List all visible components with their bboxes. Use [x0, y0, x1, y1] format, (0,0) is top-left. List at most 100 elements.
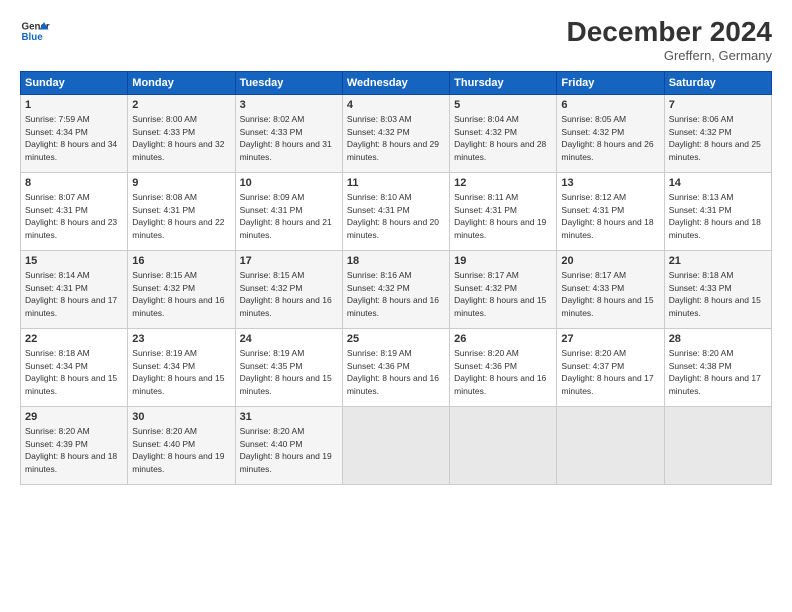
col-wednesday: Wednesday	[342, 72, 449, 95]
day-cell: 27 Sunrise: 8:20 AMSunset: 4:37 PMDaylig…	[557, 329, 664, 407]
logo-icon: General Blue	[20, 16, 50, 46]
calendar-table: Sunday Monday Tuesday Wednesday Thursday…	[20, 71, 772, 485]
day-number: 11	[347, 176, 445, 191]
day-info: Sunrise: 8:18 AMSunset: 4:33 PMDaylight:…	[669, 270, 761, 318]
day-number: 25	[347, 332, 445, 347]
day-cell: 5 Sunrise: 8:04 AMSunset: 4:32 PMDayligh…	[450, 95, 557, 173]
day-cell: 11 Sunrise: 8:10 AMSunset: 4:31 PMDaylig…	[342, 173, 449, 251]
day-info: Sunrise: 8:07 AMSunset: 4:31 PMDaylight:…	[25, 192, 117, 240]
day-cell: 12 Sunrise: 8:11 AMSunset: 4:31 PMDaylig…	[450, 173, 557, 251]
day-number: 18	[347, 254, 445, 269]
day-number: 20	[561, 254, 659, 269]
day-number: 8	[25, 176, 123, 191]
day-cell: 18 Sunrise: 8:16 AMSunset: 4:32 PMDaylig…	[342, 251, 449, 329]
day-cell: 14 Sunrise: 8:13 AMSunset: 4:31 PMDaylig…	[664, 173, 771, 251]
day-cell: 15 Sunrise: 8:14 AMSunset: 4:31 PMDaylig…	[21, 251, 128, 329]
empty-cell	[342, 407, 449, 485]
col-tuesday: Tuesday	[235, 72, 342, 95]
header: General Blue December 2024 Greffern, Ger…	[20, 16, 772, 63]
header-row: Sunday Monday Tuesday Wednesday Thursday…	[21, 72, 772, 95]
day-cell: 20 Sunrise: 8:17 AMSunset: 4:33 PMDaylig…	[557, 251, 664, 329]
day-info: Sunrise: 8:20 AMSunset: 4:39 PMDaylight:…	[25, 426, 117, 474]
day-info: Sunrise: 8:19 AMSunset: 4:36 PMDaylight:…	[347, 348, 439, 396]
day-info: Sunrise: 8:06 AMSunset: 4:32 PMDaylight:…	[669, 114, 761, 162]
day-number: 23	[132, 332, 230, 347]
day-number: 22	[25, 332, 123, 347]
day-info: Sunrise: 8:18 AMSunset: 4:34 PMDaylight:…	[25, 348, 117, 396]
day-info: Sunrise: 8:04 AMSunset: 4:32 PMDaylight:…	[454, 114, 546, 162]
day-info: Sunrise: 8:11 AMSunset: 4:31 PMDaylight:…	[454, 192, 546, 240]
day-number: 13	[561, 176, 659, 191]
day-cell: 9 Sunrise: 8:08 AMSunset: 4:31 PMDayligh…	[128, 173, 235, 251]
col-friday: Friday	[557, 72, 664, 95]
col-thursday: Thursday	[450, 72, 557, 95]
day-cell: 2 Sunrise: 8:00 AMSunset: 4:33 PMDayligh…	[128, 95, 235, 173]
day-cell: 7 Sunrise: 8:06 AMSunset: 4:32 PMDayligh…	[664, 95, 771, 173]
day-info: Sunrise: 8:05 AMSunset: 4:32 PMDaylight:…	[561, 114, 653, 162]
day-info: Sunrise: 8:00 AMSunset: 4:33 PMDaylight:…	[132, 114, 224, 162]
day-info: Sunrise: 8:03 AMSunset: 4:32 PMDaylight:…	[347, 114, 439, 162]
day-number: 2	[132, 98, 230, 113]
day-info: Sunrise: 8:20 AMSunset: 4:37 PMDaylight:…	[561, 348, 653, 396]
day-number: 5	[454, 98, 552, 113]
day-info: Sunrise: 8:15 AMSunset: 4:32 PMDaylight:…	[132, 270, 224, 318]
day-cell: 23 Sunrise: 8:19 AMSunset: 4:34 PMDaylig…	[128, 329, 235, 407]
day-cell: 26 Sunrise: 8:20 AMSunset: 4:36 PMDaylig…	[450, 329, 557, 407]
day-number: 16	[132, 254, 230, 269]
svg-text:Blue: Blue	[22, 32, 44, 43]
day-number: 7	[669, 98, 767, 113]
day-cell: 10 Sunrise: 8:09 AMSunset: 4:31 PMDaylig…	[235, 173, 342, 251]
col-monday: Monday	[128, 72, 235, 95]
day-cell: 13 Sunrise: 8:12 AMSunset: 4:31 PMDaylig…	[557, 173, 664, 251]
day-cell: 1 Sunrise: 7:59 AMSunset: 4:34 PMDayligh…	[21, 95, 128, 173]
day-number: 21	[669, 254, 767, 269]
day-cell: 6 Sunrise: 8:05 AMSunset: 4:32 PMDayligh…	[557, 95, 664, 173]
calendar-row: 15 Sunrise: 8:14 AMSunset: 4:31 PMDaylig…	[21, 251, 772, 329]
day-number: 4	[347, 98, 445, 113]
title-block: December 2024 Greffern, Germany	[567, 16, 772, 63]
day-info: Sunrise: 7:59 AMSunset: 4:34 PMDaylight:…	[25, 114, 117, 162]
day-number: 31	[240, 410, 338, 425]
day-cell: 24 Sunrise: 8:19 AMSunset: 4:35 PMDaylig…	[235, 329, 342, 407]
day-number: 6	[561, 98, 659, 113]
day-info: Sunrise: 8:17 AMSunset: 4:32 PMDaylight:…	[454, 270, 546, 318]
calendar-row: 8 Sunrise: 8:07 AMSunset: 4:31 PMDayligh…	[21, 173, 772, 251]
day-cell: 31 Sunrise: 8:20 AMSunset: 4:40 PMDaylig…	[235, 407, 342, 485]
day-info: Sunrise: 8:19 AMSunset: 4:35 PMDaylight:…	[240, 348, 332, 396]
calendar-row: 22 Sunrise: 8:18 AMSunset: 4:34 PMDaylig…	[21, 329, 772, 407]
day-number: 30	[132, 410, 230, 425]
day-info: Sunrise: 8:09 AMSunset: 4:31 PMDaylight:…	[240, 192, 332, 240]
day-cell: 29 Sunrise: 8:20 AMSunset: 4:39 PMDaylig…	[21, 407, 128, 485]
day-info: Sunrise: 8:10 AMSunset: 4:31 PMDaylight:…	[347, 192, 439, 240]
day-cell: 16 Sunrise: 8:15 AMSunset: 4:32 PMDaylig…	[128, 251, 235, 329]
empty-cell	[557, 407, 664, 485]
day-number: 19	[454, 254, 552, 269]
day-info: Sunrise: 8:20 AMSunset: 4:36 PMDaylight:…	[454, 348, 546, 396]
day-info: Sunrise: 8:08 AMSunset: 4:31 PMDaylight:…	[132, 192, 224, 240]
calendar-row: 1 Sunrise: 7:59 AMSunset: 4:34 PMDayligh…	[21, 95, 772, 173]
day-info: Sunrise: 8:20 AMSunset: 4:38 PMDaylight:…	[669, 348, 761, 396]
day-number: 15	[25, 254, 123, 269]
day-info: Sunrise: 8:16 AMSunset: 4:32 PMDaylight:…	[347, 270, 439, 318]
day-info: Sunrise: 8:12 AMSunset: 4:31 PMDaylight:…	[561, 192, 653, 240]
day-info: Sunrise: 8:17 AMSunset: 4:33 PMDaylight:…	[561, 270, 653, 318]
day-number: 9	[132, 176, 230, 191]
day-info: Sunrise: 8:15 AMSunset: 4:32 PMDaylight:…	[240, 270, 332, 318]
day-cell: 8 Sunrise: 8:07 AMSunset: 4:31 PMDayligh…	[21, 173, 128, 251]
month-title: December 2024	[567, 16, 772, 48]
day-cell: 17 Sunrise: 8:15 AMSunset: 4:32 PMDaylig…	[235, 251, 342, 329]
day-info: Sunrise: 8:13 AMSunset: 4:31 PMDaylight:…	[669, 192, 761, 240]
calendar-row: 29 Sunrise: 8:20 AMSunset: 4:39 PMDaylig…	[21, 407, 772, 485]
col-sunday: Sunday	[21, 72, 128, 95]
empty-cell	[450, 407, 557, 485]
day-number: 24	[240, 332, 338, 347]
day-number: 29	[25, 410, 123, 425]
day-cell: 25 Sunrise: 8:19 AMSunset: 4:36 PMDaylig…	[342, 329, 449, 407]
day-info: Sunrise: 8:14 AMSunset: 4:31 PMDaylight:…	[25, 270, 117, 318]
day-info: Sunrise: 8:19 AMSunset: 4:34 PMDaylight:…	[132, 348, 224, 396]
logo: General Blue	[20, 16, 50, 46]
day-cell: 21 Sunrise: 8:18 AMSunset: 4:33 PMDaylig…	[664, 251, 771, 329]
day-number: 14	[669, 176, 767, 191]
day-cell: 4 Sunrise: 8:03 AMSunset: 4:32 PMDayligh…	[342, 95, 449, 173]
day-cell: 19 Sunrise: 8:17 AMSunset: 4:32 PMDaylig…	[450, 251, 557, 329]
